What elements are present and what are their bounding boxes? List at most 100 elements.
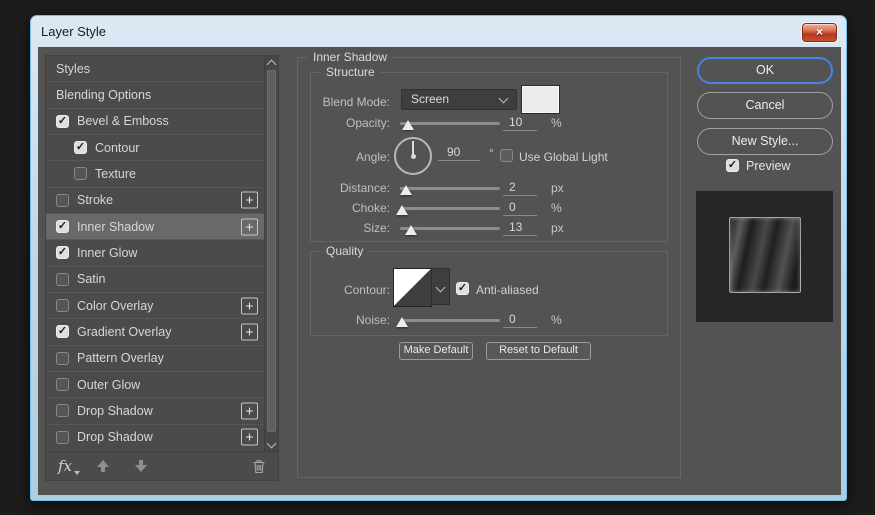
- style-checkbox[interactable]: [56, 378, 69, 391]
- sidebar-item-color-overlay[interactable]: Color Overlay+: [46, 293, 278, 319]
- quality-group-title: Quality: [321, 244, 368, 258]
- sidebar-item-label: Bevel & Emboss: [77, 114, 169, 128]
- style-checkbox[interactable]: [56, 352, 69, 365]
- sidebar-item-styles[interactable]: Styles: [46, 56, 278, 82]
- use-global-light-label: Use Global Light: [519, 150, 608, 164]
- distance-label: Distance:: [311, 181, 390, 195]
- add-effect-button[interactable]: +: [241, 402, 258, 419]
- sidebar-item-inner-glow[interactable]: ✓Inner Glow: [46, 240, 278, 266]
- choke-row: Choke: 0 %: [311, 198, 667, 218]
- contour-label: Contour:: [311, 283, 390, 297]
- inner-shadow-panel: Inner Shadow Structure Blend Mode: Scree…: [297, 57, 681, 478]
- style-checkbox[interactable]: ✓: [56, 115, 69, 128]
- preview-swatch: [729, 217, 801, 293]
- slider-thumb[interactable]: [396, 317, 408, 327]
- add-effect-button[interactable]: +: [241, 429, 258, 446]
- ok-button[interactable]: OK: [697, 57, 833, 84]
- style-checkbox[interactable]: ✓: [74, 141, 87, 154]
- distance-row: Distance: 2 px: [311, 178, 667, 198]
- move-effect-up-icon[interactable]: [96, 459, 110, 473]
- contour-dropdown-button[interactable]: [431, 268, 450, 305]
- anti-aliased-checkbox[interactable]: ✓: [456, 282, 469, 295]
- close-icon: ×: [816, 25, 823, 39]
- sidebar-item-pattern-overlay[interactable]: Pattern Overlay: [46, 346, 278, 372]
- sidebar-item-contour[interactable]: ✓Contour: [46, 135, 278, 161]
- blend-mode-select[interactable]: Screen: [401, 89, 517, 110]
- noise-slider[interactable]: [400, 310, 500, 330]
- sidebar-item-gradient-overlay[interactable]: ✓ Gradient Overlay +: [46, 319, 278, 345]
- trash-icon[interactable]: [252, 459, 266, 474]
- sidebar-item-drop-shadow[interactable]: Drop Shadow+: [46, 398, 278, 424]
- sidebar-item-label: Styles: [56, 62, 90, 76]
- screen: { "window": { "title": "Layer Style", "c…: [0, 0, 875, 515]
- size-slider[interactable]: [400, 218, 500, 238]
- slider-track: [400, 122, 500, 125]
- shadow-color-swatch[interactable]: [522, 86, 559, 113]
- slider-thumb[interactable]: [396, 205, 408, 215]
- add-effect-button[interactable]: +: [241, 297, 258, 314]
- contour-picker[interactable]: [393, 268, 452, 307]
- sidebar-item-texture[interactable]: Texture: [46, 161, 278, 187]
- noise-value[interactable]: 0: [503, 312, 537, 328]
- size-unit: px: [551, 221, 564, 235]
- style-checkbox[interactable]: [56, 431, 69, 444]
- sidebar-item-label: Texture: [95, 167, 136, 181]
- new-style-button[interactable]: New Style...: [697, 128, 833, 155]
- sidebar-item-blending-options[interactable]: Blending Options: [46, 82, 278, 108]
- distance-value[interactable]: 2: [503, 180, 537, 196]
- size-value[interactable]: 13: [503, 220, 537, 236]
- choke-slider[interactable]: [400, 198, 500, 218]
- style-checkbox[interactable]: [56, 404, 69, 417]
- use-global-light-checkbox[interactable]: [500, 149, 513, 162]
- style-checkbox[interactable]: ✓: [56, 220, 69, 233]
- sidebar-item-label: Pattern Overlay: [77, 351, 164, 365]
- scrollbar[interactable]: [264, 56, 278, 452]
- style-checkbox[interactable]: [74, 167, 87, 180]
- distance-slider[interactable]: [400, 178, 500, 198]
- opacity-value[interactable]: 10: [503, 115, 537, 131]
- blend-mode-value: Screen: [411, 92, 449, 106]
- make-default-button[interactable]: Make Default: [399, 342, 473, 360]
- sidebar-item-bevel-emboss[interactable]: ✓ Bevel & Emboss: [46, 109, 278, 135]
- add-effect-button[interactable]: +: [241, 323, 258, 340]
- close-button[interactable]: ×: [802, 23, 837, 42]
- cancel-button[interactable]: Cancel: [697, 92, 833, 119]
- sidebar-item-outer-glow[interactable]: Outer Glow: [46, 372, 278, 398]
- opacity-slider[interactable]: [400, 113, 500, 133]
- preview-checkbox[interactable]: ✓: [726, 159, 739, 172]
- fx-menu-button[interactable]: fx: [58, 459, 72, 474]
- angle-center-dot: [411, 154, 416, 159]
- slider-thumb[interactable]: [405, 225, 417, 235]
- scroll-up-icon[interactable]: [267, 60, 277, 70]
- titlebar[interactable]: Layer Style ×: [31, 16, 846, 47]
- styles-panel: StylesBlending Options✓Bevel & Emboss✓Co…: [45, 55, 279, 481]
- sidebar-item-stroke[interactable]: Stroke +: [46, 188, 278, 214]
- add-effect-button[interactable]: +: [241, 192, 258, 209]
- anti-aliased-label: Anti-aliased: [476, 283, 539, 297]
- move-effect-down-icon[interactable]: [134, 459, 148, 473]
- sidebar-item-drop-shadow[interactable]: Drop Shadow +: [46, 425, 278, 451]
- opacity-unit: %: [551, 116, 562, 130]
- slider-thumb[interactable]: [402, 120, 414, 130]
- style-checkbox[interactable]: ✓: [56, 246, 69, 259]
- layer-style-dialog: Layer Style × Styles Blending Options ✓ Bev…: [30, 15, 847, 501]
- sidebar-item-label: Gradient Overlay: [77, 325, 171, 339]
- choke-label: Choke:: [311, 201, 390, 215]
- add-effect-button[interactable]: +: [241, 218, 258, 235]
- style-checkbox[interactable]: [56, 273, 69, 286]
- scrollbar-thumb[interactable]: [267, 70, 276, 432]
- sidebar-item-satin[interactable]: Satin: [46, 267, 278, 293]
- style-checkbox[interactable]: ✓: [56, 325, 69, 338]
- angle-value[interactable]: 90: [438, 145, 480, 161]
- choke-value[interactable]: 0: [503, 200, 537, 216]
- sidebar-item-label: Drop Shadow: [77, 430, 153, 444]
- scroll-down-icon[interactable]: [267, 439, 277, 449]
- slider-thumb[interactable]: [400, 185, 412, 195]
- angle-dial[interactable]: [394, 137, 432, 175]
- panel-title: Inner Shadow: [308, 50, 392, 64]
- sidebar-item-inner-shadow[interactable]: ✓Inner Shadow+: [46, 214, 278, 240]
- reset-to-default-button[interactable]: Reset to Default: [486, 342, 591, 360]
- style-checkbox[interactable]: [56, 194, 69, 207]
- sidebar-item-label: Stroke: [77, 193, 113, 207]
- style-checkbox[interactable]: [56, 299, 69, 312]
